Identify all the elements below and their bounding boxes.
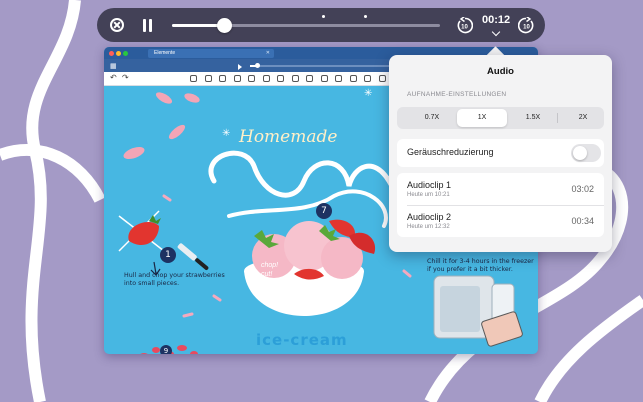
tab-close-icon[interactable]: ✕ bbox=[266, 49, 270, 58]
document-tab-label: Elemente bbox=[154, 50, 176, 56]
playback-speed-selector: 0.7X 1X 1.5X 2X bbox=[397, 107, 604, 129]
popover-title: Audio bbox=[487, 66, 514, 77]
minimize-window-icon[interactable] bbox=[116, 51, 121, 56]
svg-text:10: 10 bbox=[523, 25, 530, 31]
grid-icon[interactable]: ▦ bbox=[110, 62, 117, 70]
drawing-tool-icon[interactable] bbox=[349, 75, 357, 82]
drawing-tool-icon[interactable] bbox=[219, 75, 226, 82]
mini-audio-track[interactable] bbox=[250, 65, 400, 67]
clip-duration: 00:34 bbox=[571, 216, 594, 226]
clip-date: Heute um 10:21 bbox=[407, 192, 450, 198]
drawing-tool-icon[interactable] bbox=[248, 75, 255, 82]
noise-reduction-row: Geräuschreduzierung bbox=[397, 139, 604, 167]
step-7-badge: 7 bbox=[316, 203, 332, 219]
svg-text:10: 10 bbox=[461, 25, 468, 31]
speed-option-2x[interactable]: 2X bbox=[558, 109, 608, 127]
playback-time: 00:12 bbox=[482, 14, 511, 26]
noise-reduction-toggle[interactable] bbox=[571, 144, 601, 162]
timeline-marker[interactable] bbox=[364, 15, 367, 18]
drawing-tool-icon[interactable] bbox=[204, 75, 212, 82]
drawing-tool-icon[interactable] bbox=[291, 75, 299, 82]
clip-date: Heute um 12:32 bbox=[407, 224, 450, 230]
audio-clip-item[interactable]: Audioclip 1 Heute um 10:21 03:02 bbox=[397, 173, 604, 205]
hull-instruction-text: Hull and chop your strawberries into sma… bbox=[124, 272, 225, 287]
speed-option-0.7x[interactable]: 0.7X bbox=[407, 109, 457, 127]
drawing-tool-icon[interactable] bbox=[335, 75, 342, 82]
speed-option-1x[interactable]: 1X bbox=[457, 109, 507, 127]
zoom-window-icon[interactable] bbox=[123, 51, 128, 56]
pause-icon[interactable] bbox=[142, 19, 154, 32]
step-1-badge: 1 bbox=[160, 247, 176, 263]
clip-title: Audioclip 2 bbox=[407, 212, 452, 222]
audio-progress-fill bbox=[172, 24, 223, 27]
drawing-tool-icon[interactable] bbox=[277, 75, 284, 82]
drawing-tool-icon[interactable] bbox=[233, 75, 241, 82]
step-9-badge: 9 bbox=[160, 345, 172, 354]
rewind-10-icon[interactable]: 10 bbox=[456, 17, 473, 34]
audio-popover: Audio AUFNAHME-EINSTELLUNGEN 0.7X 1X 1.5… bbox=[389, 55, 612, 252]
drawing-tool-icon[interactable] bbox=[378, 75, 386, 82]
document-tab[interactable]: Elemente ✕ bbox=[148, 49, 274, 58]
redo-icon[interactable]: ↷ bbox=[122, 73, 129, 82]
close-circle-icon[interactable] bbox=[110, 18, 124, 32]
drawing-tool-icon[interactable] bbox=[306, 75, 313, 82]
audio-player-bar: 10 00:12 10 bbox=[97, 8, 545, 42]
mini-play-icon[interactable] bbox=[238, 64, 242, 70]
chill-instruction-text: Chill it for 3-4 hours in the freezer if… bbox=[427, 258, 534, 273]
mini-audio-knob[interactable] bbox=[255, 63, 260, 68]
drawing-tool-icon[interactable] bbox=[364, 75, 371, 82]
close-window-icon[interactable] bbox=[109, 51, 114, 56]
audio-clips-list: Audioclip 1 Heute um 10:21 03:02 Audiocl… bbox=[397, 173, 604, 237]
forward-10-icon[interactable]: 10 bbox=[518, 17, 535, 34]
ice-cream-label: ice-cream bbox=[256, 331, 348, 349]
drawing-tool-icon[interactable] bbox=[262, 75, 270, 82]
audio-progress-knob[interactable] bbox=[217, 18, 232, 33]
drawing-tool-icon[interactable] bbox=[190, 75, 197, 82]
chop-cut-annotation: chop! cut! bbox=[261, 262, 279, 278]
speed-option-1.5x[interactable]: 1.5X bbox=[508, 109, 558, 127]
clip-title: Audioclip 1 bbox=[407, 180, 452, 190]
chevron-down-icon[interactable] bbox=[491, 27, 501, 37]
homemade-title: Homemade bbox=[239, 127, 338, 147]
recording-settings-header: AUFNAHME-EINSTELLUNGEN bbox=[407, 91, 507, 98]
svg-text:✳: ✳ bbox=[364, 88, 372, 99]
timeline-marker[interactable] bbox=[322, 15, 325, 18]
drawing-tool-icon[interactable] bbox=[320, 75, 328, 82]
svg-text:✳: ✳ bbox=[222, 128, 230, 139]
audio-progress-track[interactable] bbox=[172, 24, 440, 27]
audio-clip-item[interactable]: Audioclip 2 Heute um 12:32 00:34 bbox=[397, 205, 604, 237]
undo-icon[interactable]: ↶ bbox=[110, 73, 117, 82]
noise-reduction-label: Geräuschreduzierung bbox=[407, 147, 494, 157]
clip-duration: 03:02 bbox=[571, 184, 594, 194]
